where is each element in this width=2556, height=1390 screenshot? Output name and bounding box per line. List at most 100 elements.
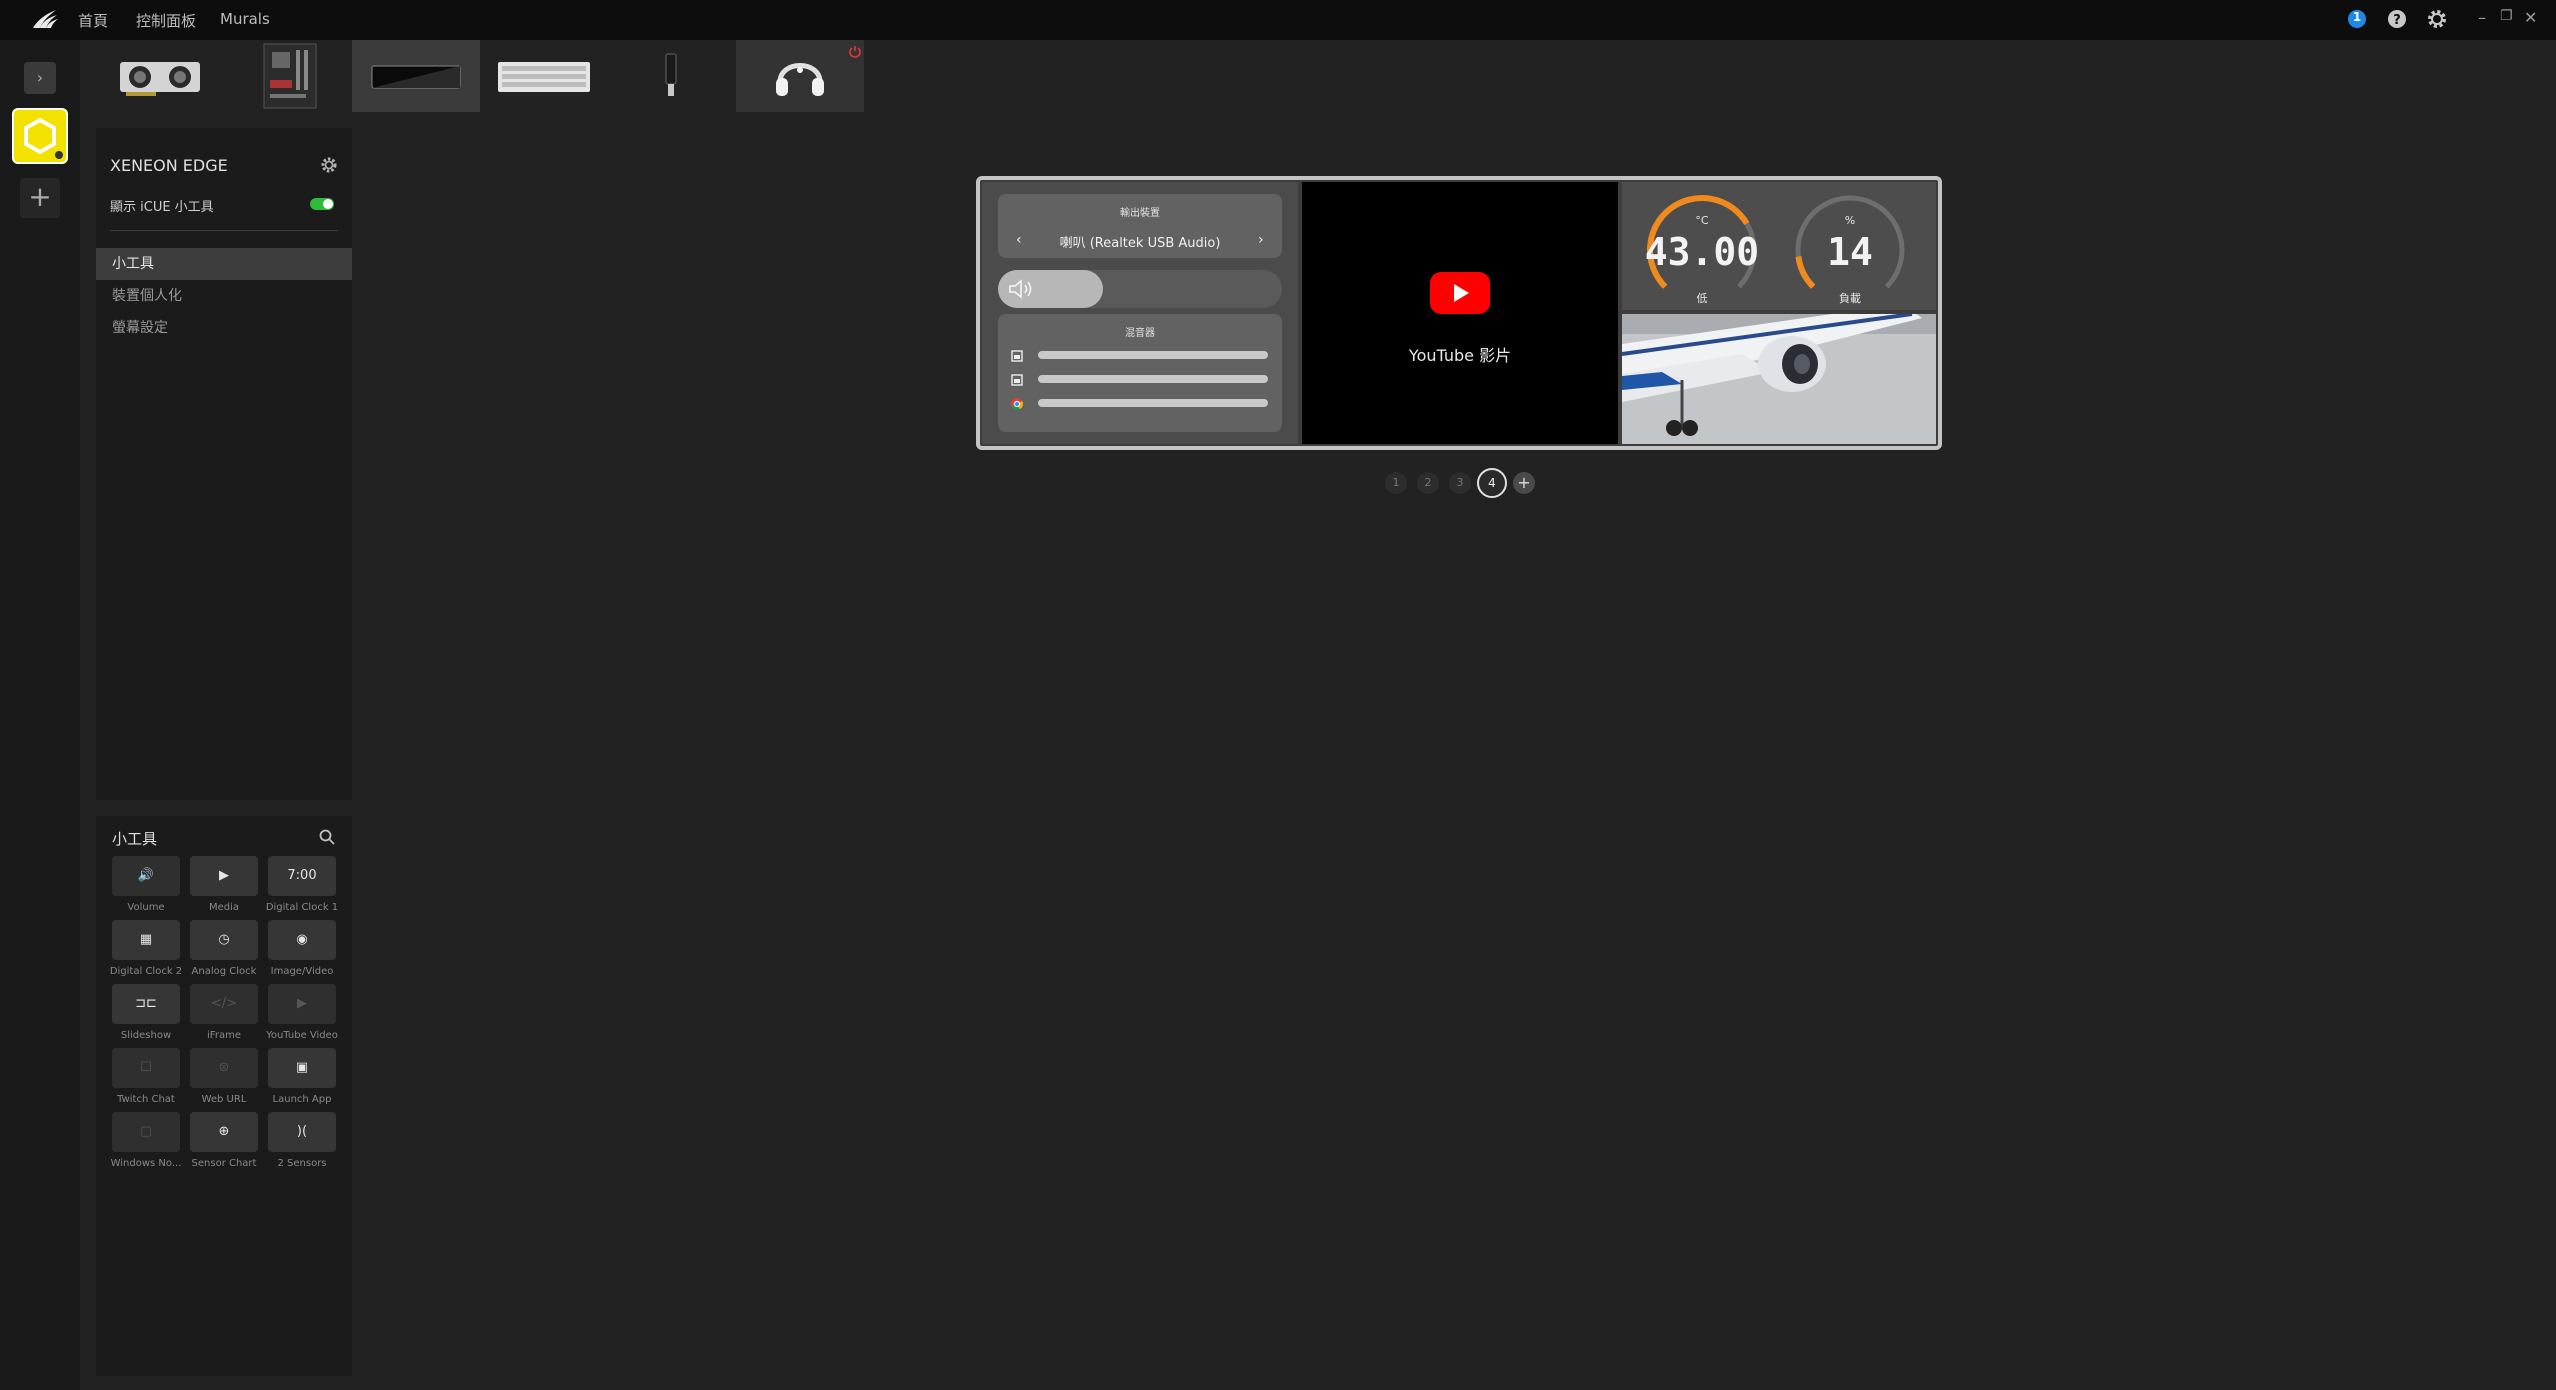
- device-tab-keyboard[interactable]: [480, 40, 608, 112]
- chevron-right-icon[interactable]: ›: [1258, 232, 1264, 248]
- expand-rail-button[interactable]: ›: [24, 62, 56, 94]
- widget-tile[interactable]: ▦: [112, 920, 180, 960]
- widget-tile[interactable]: ▶: [190, 856, 258, 896]
- image-video-icon: ◉: [296, 932, 308, 947]
- widget-tile[interactable]: ⊕: [190, 1112, 258, 1152]
- widget-tile[interactable]: ☐: [112, 1048, 180, 1088]
- web-url-icon: ⊜: [218, 1060, 230, 1075]
- widget-tile[interactable]: ▣: [268, 1048, 336, 1088]
- widget-tile[interactable]: ◉: [268, 920, 336, 960]
- rail-device-xeneon-edge[interactable]: [12, 108, 68, 164]
- toggle-knob: [323, 199, 333, 209]
- widget-label: Slideshow: [120, 1030, 172, 1041]
- widget-tile[interactable]: </>: [190, 984, 258, 1024]
- widget-tile[interactable]: ◷: [190, 920, 258, 960]
- widget-library-title: 小工具: [112, 830, 158, 848]
- widget-label: Volume: [127, 902, 165, 913]
- chrome-icon: [1011, 398, 1024, 411]
- output-device-name: 喇叭 (Realtek USB Audio): [1059, 236, 1221, 251]
- analog-clock-icon: ◷: [218, 932, 230, 947]
- device-settings-gear-icon[interactable]: [320, 156, 338, 174]
- close-icon[interactable]: ✕: [2524, 8, 2537, 27]
- settings-gear-icon[interactable]: [2426, 8, 2448, 30]
- volume-icon: 🔊: [137, 868, 155, 883]
- widget-label: 2 Sensors: [277, 1158, 327, 1169]
- gauge-label: 低: [1696, 292, 1708, 305]
- volume-slider[interactable]: [998, 270, 1282, 308]
- mixer-row[interactable]: [1010, 372, 1272, 386]
- divider: [110, 230, 338, 231]
- restore-icon[interactable]: ❐: [2500, 8, 2513, 24]
- xeneon-edge-display-icon: [371, 65, 461, 89]
- page-dot[interactable]: 4: [1477, 468, 1507, 498]
- widget-tile[interactable]: )(: [268, 1112, 336, 1152]
- widget-tile[interactable]: 🔊: [112, 856, 180, 896]
- widget-tile[interactable]: ▢: [112, 1112, 180, 1152]
- widget-label: YouTube Video: [266, 1030, 338, 1041]
- add-device-button[interactable]: +: [20, 178, 60, 218]
- mixer-row[interactable]: [1010, 396, 1272, 411]
- page-dot[interactable]: 3: [1449, 472, 1471, 494]
- digital-clock-2-icon: ▦: [139, 932, 153, 947]
- nav-murals[interactable]: Murals: [220, 10, 270, 28]
- speaker-icon: [1009, 279, 1032, 299]
- add-page-button[interactable]: +: [1513, 472, 1535, 494]
- device-tab-usb-receiver[interactable]: [608, 40, 736, 112]
- widget-label: Windows No...: [110, 1158, 182, 1169]
- device-tab-motherboard[interactable]: [224, 40, 352, 112]
- page-dot[interactable]: 1: [1385, 472, 1407, 494]
- output-device-card: 輸出裝置 ‹ 喇叭 (Realtek USB Audio) ›: [998, 194, 1282, 258]
- mixer-level-bar[interactable]: [1038, 351, 1268, 359]
- two-sensors-icon: )(: [296, 1124, 308, 1139]
- youtube-icon: ▶: [297, 996, 307, 1011]
- app-window-icon: [1011, 350, 1023, 362]
- notification-count: 1: [2352, 10, 2362, 24]
- widget-tile[interactable]: ▶: [268, 984, 336, 1024]
- chevron-right-icon: ›: [36, 68, 44, 87]
- mixer-row[interactable]: [1010, 348, 1272, 362]
- widget-label: Media: [208, 902, 240, 913]
- show-icue-widgets-toggle[interactable]: [310, 198, 334, 210]
- help-icon[interactable]: ?: [2386, 8, 2408, 30]
- widget-label: Digital Clock 1: [265, 902, 339, 913]
- widget-label: Web URL: [201, 1094, 247, 1105]
- widget-tile[interactable]: ⊜: [190, 1048, 258, 1088]
- nav-dashboard[interactable]: 控制面板: [136, 10, 196, 31]
- menu-device-personalization[interactable]: 裝置個人化: [96, 280, 352, 312]
- two-sensors-widget-preview[interactable]: °C 43.00 低 % 14 負載: [1622, 182, 1936, 310]
- corsair-logo-icon[interactable]: [30, 6, 60, 32]
- digital-clock-icon: 7:00: [287, 868, 317, 883]
- page-dot[interactable]: 2: [1417, 472, 1439, 494]
- power-status-icon: [849, 46, 861, 58]
- device-tab-xeneon-edge[interactable]: [352, 40, 480, 112]
- output-device-caption: 輸出裝置: [1120, 208, 1160, 219]
- menu-widgets[interactable]: 小工具: [96, 248, 352, 280]
- widget-library: 小工具 🔊 Volume ▶ Media 7:00 Digital Clock 1 ▦ Dig…: [96, 816, 352, 1376]
- widget-label: iFrame: [207, 1030, 241, 1041]
- slideshow-icon: ⊐⊏: [135, 996, 157, 1011]
- device-tab-gpu[interactable]: [96, 40, 224, 112]
- headset-icon: [776, 63, 824, 96]
- sensor-gauge-temperature: °C 43.00 低: [1642, 190, 1762, 308]
- device-tab-headset[interactable]: [736, 40, 864, 112]
- svg-text:?: ?: [2393, 13, 2401, 28]
- display-preview: 輸出裝置 ‹ 喇叭 (Realtek USB Audio) › 混音器 YouT…: [976, 176, 1942, 450]
- audio-widget-preview[interactable]: 輸出裝置 ‹ 喇叭 (Realtek USB Audio) › 混音器: [982, 182, 1298, 444]
- nav-home[interactable]: 首頁: [78, 10, 108, 31]
- mixer-level-bar[interactable]: [1038, 399, 1268, 407]
- device-title: XENEON EDGE: [110, 156, 228, 175]
- search-icon[interactable]: [318, 828, 336, 846]
- image-widget-preview[interactable]: [1622, 314, 1936, 444]
- gauge-unit: °C: [1695, 214, 1709, 227]
- widget-tile[interactable]: 7:00: [268, 856, 336, 896]
- gauge-unit: %: [1844, 214, 1856, 227]
- mixer-level-bar[interactable]: [1038, 375, 1268, 383]
- minimize-icon[interactable]: –: [2478, 8, 2486, 27]
- youtube-caption: YouTube 影片: [1408, 346, 1512, 365]
- widget-tile[interactable]: ⊐⊏: [112, 984, 180, 1024]
- youtube-widget-preview[interactable]: YouTube 影片: [1302, 182, 1618, 444]
- menu-screen-settings[interactable]: 螢幕設定: [96, 312, 352, 344]
- widget-label: Twitch Chat: [117, 1094, 175, 1105]
- device-settings-panel: XENEON EDGE 顯示 iCUE 小工具 小工具 裝置個人化 螢幕設定: [96, 128, 352, 800]
- notification-badge[interactable]: 1: [2346, 8, 2368, 30]
